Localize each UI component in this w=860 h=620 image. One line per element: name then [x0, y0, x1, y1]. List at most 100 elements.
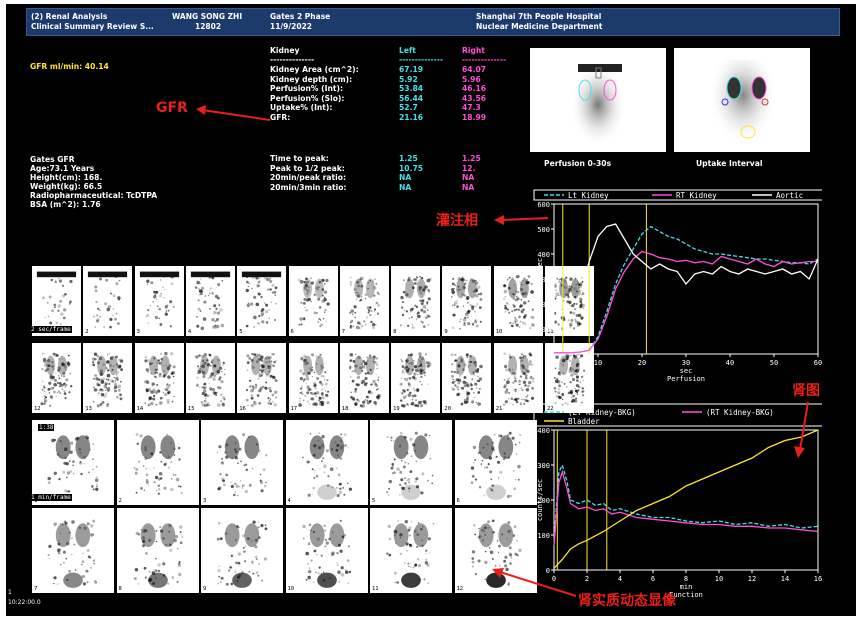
- frame-number: 8: [392, 329, 398, 336]
- left-kidney-value: 56.44: [399, 93, 424, 103]
- frame-number: 10: [494, 329, 504, 336]
- perfusion-image-graphic: [570, 62, 626, 147]
- dynamic-frame: 9: [201, 508, 283, 593]
- dynamic-frame: 8: [391, 266, 441, 336]
- x-axis-unit: sec: [680, 367, 693, 375]
- frame-number: 11: [371, 586, 380, 593]
- annotation-renogram-arrow: [794, 401, 809, 458]
- series-line-0: [553, 463, 819, 543]
- x-tick-label: 16: [814, 575, 822, 583]
- right-kidney-value: 46.16: [462, 84, 487, 94]
- page-number: 1: [8, 589, 12, 596]
- timing-label: 20min/3min ratio:: [270, 182, 347, 192]
- result-label: GFR:: [270, 113, 291, 122]
- dynamic-frame: 4: [185, 266, 235, 336]
- right-kidney-value: 47.3: [462, 103, 481, 113]
- right-kidney-timing: NA: [462, 182, 475, 192]
- x-tick-label: 30: [682, 359, 690, 367]
- dynamic-frame: 13: [83, 343, 133, 413]
- dynamic-frame: 7: [32, 508, 114, 593]
- y-tick-label: 100: [537, 532, 550, 540]
- frame-number: 5: [371, 498, 377, 505]
- y-tick-label: 400: [537, 251, 550, 259]
- frame-number: 21: [494, 406, 504, 413]
- legend-label: Aortic: [776, 191, 803, 200]
- scan-graphic: [133, 433, 182, 495]
- dynamic-frame: 4: [285, 420, 368, 505]
- right-kidney-timing: 1.25: [462, 154, 481, 163]
- frame-number: 6: [289, 329, 295, 336]
- result-label: Kidney Area (cm^2):: [270, 65, 359, 74]
- function-time-label: 1:38: [38, 424, 55, 431]
- dynamic-frame: 3: [134, 266, 184, 336]
- annotation-dynamic: 肾实质动态显像: [578, 593, 676, 609]
- renal-report-screen: (2) Renal Analysis Clinical Summary Revi…: [6, 4, 856, 616]
- dynamic-frame: 8: [116, 508, 199, 593]
- y-tick-label: 400: [537, 427, 550, 435]
- frame-number: 13: [84, 406, 93, 413]
- scan-graphic: [297, 353, 329, 407]
- dynamic-frame: 19: [391, 343, 441, 413]
- frame-number: 8: [117, 586, 123, 593]
- dynamic-frame: 20: [442, 343, 492, 413]
- scan-graphic: [348, 276, 380, 330]
- x-tick-label: 14: [781, 575, 789, 583]
- protocol-name: Gates 2 Phase: [270, 12, 331, 21]
- scan-graphic: [348, 353, 381, 408]
- x-tick-label: 10: [715, 575, 723, 583]
- series-line-2: [553, 223, 819, 313]
- dynamic-frame: 12: [32, 343, 81, 413]
- report-title: Clinical Summary Review S...: [31, 22, 154, 31]
- dynamic-frame: 15: [185, 343, 235, 413]
- dynamic-frame: 18: [339, 343, 389, 413]
- dynamic-frame: 5: [370, 420, 452, 505]
- frame-number: 9: [443, 329, 449, 336]
- frame-number: 12: [455, 586, 465, 593]
- result-label: Uptake% (Int):: [270, 103, 333, 113]
- left-kidney-timing: 1.25: [399, 154, 418, 163]
- scan-graphic: [451, 276, 483, 330]
- scan-graphic: [195, 353, 226, 408]
- scan-graphic: [386, 520, 435, 588]
- x-tick-label: 40: [726, 359, 734, 367]
- annotation-gfr: GFR: [156, 100, 188, 116]
- annotation-dynamic-arrow: [492, 568, 577, 597]
- left-kidney-value: 5.92: [399, 74, 418, 84]
- y-tick-label: 100: [537, 326, 550, 334]
- left-kidney-timing: NA: [399, 173, 412, 183]
- hospital-name: Shanghai 7th People Hospital: [476, 12, 602, 21]
- right-kidney-value: 5.96: [462, 74, 481, 84]
- x-axis-unit: min: [680, 583, 693, 591]
- scan-graphic: [40, 352, 73, 407]
- frame-number: 4: [286, 498, 292, 505]
- perfusion-frame-rate: 2 sec/frame: [30, 326, 72, 333]
- scan-graphic: [386, 431, 434, 500]
- scan-graphic: [399, 276, 432, 329]
- scan-graphic: [450, 353, 484, 406]
- dynamic-frame: 11: [370, 508, 452, 593]
- uptake-image-caption: Uptake Interval: [696, 159, 763, 168]
- patient-name: WANG SONG ZHI: [172, 12, 243, 21]
- frame-number: 17: [289, 406, 299, 413]
- y-tick-label: 200: [537, 301, 550, 309]
- report-header: (2) Renal Analysis Clinical Summary Revi…: [26, 8, 840, 36]
- y-axis-label: counts/sec: [536, 258, 544, 300]
- plot-area: [553, 429, 819, 571]
- x-tick-label: 20: [638, 359, 646, 367]
- perfusion-image-caption: Perfusion 0-30s: [544, 159, 612, 168]
- dynamic-frame: 6: [454, 420, 537, 505]
- frame-number: 19: [392, 406, 401, 413]
- dynamic-frame: 17: [288, 343, 338, 413]
- annotation-gfr-arrow: [196, 105, 271, 121]
- scan-graphic: [297, 277, 330, 328]
- right-kidney-timing: 12.: [462, 163, 476, 173]
- frame-number: 3: [135, 329, 141, 336]
- result-label: Perfusion% (Slo):: [270, 93, 345, 103]
- x-tick-label: 0: [552, 359, 556, 367]
- left-separator: --------------: [399, 55, 444, 64]
- footer-time: 10:22:00.0: [8, 599, 41, 606]
- scan-graphic: [216, 520, 268, 588]
- scan-graphic: [47, 519, 98, 588]
- y-axis-label: counts/sec: [536, 479, 544, 521]
- annotation-perfusion: 灌注相: [436, 213, 478, 229]
